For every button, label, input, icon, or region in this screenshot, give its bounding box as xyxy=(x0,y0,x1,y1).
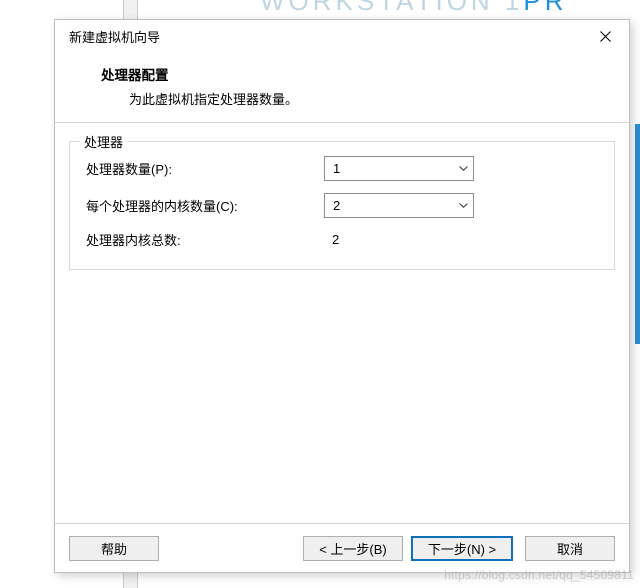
close-button[interactable] xyxy=(589,22,621,50)
processor-count-label: 处理器数量(P): xyxy=(86,159,324,178)
row-cores-per-processor: 每个处理器的内核数量(C): 2 xyxy=(86,193,598,218)
processor-count-select[interactable]: 1 xyxy=(324,156,474,181)
header-area: 处理器配置 为此虚拟机指定处理器数量。 xyxy=(55,52,629,122)
content-area: 处理器 处理器数量(P): 1 每个处理器的内核数量(C): 2 xyxy=(55,122,629,524)
processor-count-value: 1 xyxy=(325,161,453,176)
background-side-accent xyxy=(635,124,640,344)
cores-per-processor-label: 每个处理器的内核数量(C): xyxy=(86,196,324,215)
back-button[interactable]: < 上一步(B) xyxy=(303,536,403,561)
row-processor-count: 处理器数量(P): 1 xyxy=(86,156,598,181)
total-cores-label: 处理器内核总数: xyxy=(86,230,324,249)
bg-title-part2: PR xyxy=(523,0,567,16)
page-title: 处理器配置 xyxy=(101,64,593,84)
background-app-title: WORKSTATION 1PR xyxy=(260,0,568,17)
close-icon xyxy=(600,31,611,42)
button-bar: 帮助 < 上一步(B) 下一步(N) > 取消 xyxy=(55,524,629,572)
cores-per-processor-value: 2 xyxy=(325,198,453,213)
page-subtitle: 为此虚拟机指定处理器数量。 xyxy=(129,89,593,108)
cancel-button[interactable]: 取消 xyxy=(525,536,615,561)
help-button[interactable]: 帮助 xyxy=(69,536,159,561)
titlebar: 新建虚拟机向导 xyxy=(55,20,629,52)
bg-title-part1: WORKSTATION 1 xyxy=(260,0,523,16)
chevron-down-icon xyxy=(453,203,473,208)
chevron-down-icon xyxy=(453,166,473,171)
processor-fieldset: 处理器 处理器数量(P): 1 每个处理器的内核数量(C): 2 xyxy=(69,141,615,270)
fieldset-legend: 处理器 xyxy=(80,132,127,151)
cores-per-processor-select[interactable]: 2 xyxy=(324,193,474,218)
next-button[interactable]: 下一步(N) > xyxy=(411,536,513,561)
dialog-title: 新建虚拟机向导 xyxy=(69,27,160,46)
row-total-cores: 处理器内核总数: 2 xyxy=(86,230,598,249)
wizard-dialog: 新建虚拟机向导 处理器配置 为此虚拟机指定处理器数量。 处理器 处理器数量(P)… xyxy=(54,19,630,573)
total-cores-value: 2 xyxy=(324,232,339,247)
